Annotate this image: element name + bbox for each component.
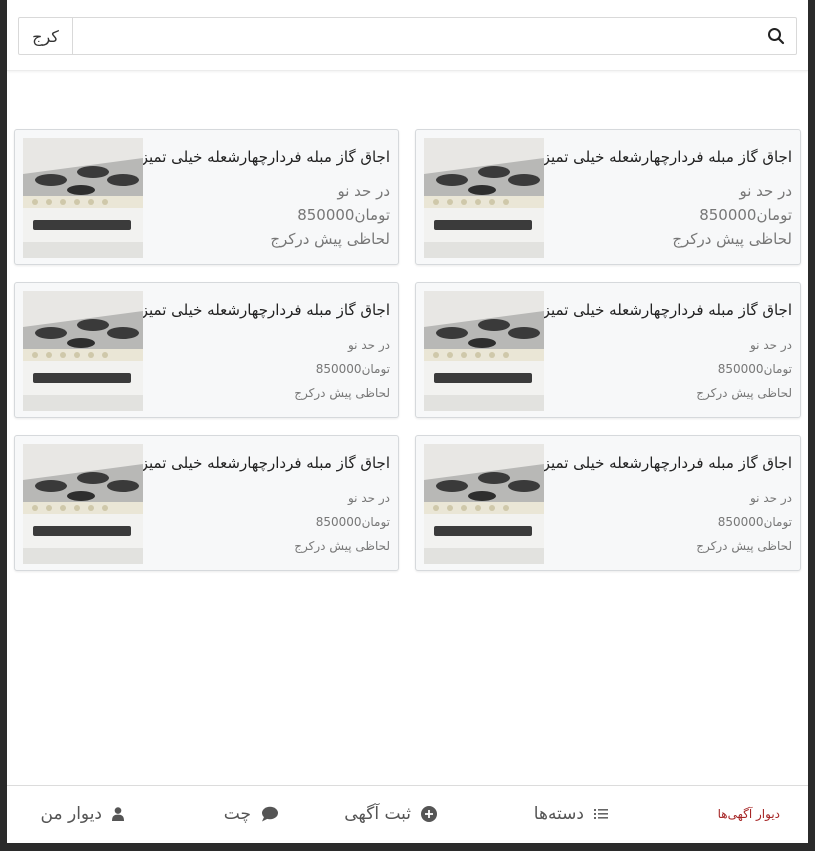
nav-categories[interactable]: دسته‌ها xyxy=(534,786,608,842)
listing-title: اجاق گاز مبله فردارچهارشعله خیلی تمیز xyxy=(544,454,792,472)
nav-my-divar-label: دیوار من xyxy=(40,804,102,824)
listing-time-location: لحاظی پیش درکرج xyxy=(294,386,390,400)
listing-time-location: لحاظی پیش درکرج xyxy=(696,386,792,400)
stove-thumbnail xyxy=(424,138,544,258)
listing-card[interactable]: اجاق گاز مبله فردارچهارشعله خیلی تمیز در… xyxy=(415,129,801,265)
listing-price: تومان850000 xyxy=(699,206,792,224)
listing-card[interactable]: اجاق گاز مبله فردارچهارشعله خیلی تمیز در… xyxy=(14,282,399,418)
search-bar: کرج xyxy=(18,17,797,55)
listing-time-location: لحاظی پیش درکرج xyxy=(696,539,792,553)
nav-my-divar[interactable]: دیوار من xyxy=(41,786,124,842)
listing-grid: اجاق گاز مبله فردارچهارشعله خیلی تمیز در… xyxy=(14,129,801,571)
search-input[interactable] xyxy=(73,18,756,54)
list-icon xyxy=(594,808,608,820)
listing-info: اجاق گاز مبله فردارچهارشعله خیلی تمیز در… xyxy=(544,450,792,558)
listing-title: اجاق گاز مبله فردارچهارشعله خیلی تمیز xyxy=(143,454,390,472)
stove-thumbnail xyxy=(23,138,143,258)
listing-time-location: لحاظی پیش درکرج xyxy=(270,230,390,248)
listing-price: تومان850000 xyxy=(717,362,792,376)
listing-condition: در حد نو xyxy=(749,491,792,505)
nav-wall[interactable]: دیوار آگهی‌ها xyxy=(718,786,780,842)
listing-info: اجاق گاز مبله فردارچهارشعله خیلی تمیز در… xyxy=(544,297,792,405)
stove-thumbnail xyxy=(23,444,143,564)
listing-title: اجاق گاز مبله فردارچهارشعله خیلی تمیز xyxy=(143,148,390,166)
listing-price: تومان850000 xyxy=(717,515,792,529)
listing-time-location: لحاظی پیش درکرج xyxy=(672,230,792,248)
header: کرج xyxy=(7,0,808,71)
listing-title: اجاق گاز مبله فردارچهارشعله خیلی تمیز xyxy=(544,148,792,166)
listing-price: تومان850000 xyxy=(297,206,390,224)
listing-info: اجاق گاز مبله فردارچهارشعله خیلی تمیز در… xyxy=(143,297,390,405)
listing-info: اجاق گاز مبله فردارچهارشعله خیلی تمیز در… xyxy=(143,144,390,251)
nav-wall-label: دیوار آگهی‌ها xyxy=(717,807,780,821)
stove-thumbnail xyxy=(23,291,143,411)
stove-thumbnail xyxy=(424,291,544,411)
nav-chat-label: چت xyxy=(223,804,251,824)
nav-post-ad-label: ثبت آگهی xyxy=(344,804,411,824)
listing-condition: در حد نو xyxy=(347,491,390,505)
stove-thumbnail xyxy=(424,444,544,564)
listing-condition: در حد نو xyxy=(347,338,390,352)
listing-title: اجاق گاز مبله فردارچهارشعله خیلی تمیز xyxy=(544,301,792,319)
listing-card[interactable]: اجاق گاز مبله فردارچهارشعله خیلی تمیز در… xyxy=(14,435,399,571)
listing-card[interactable]: اجاق گاز مبله فردارچهارشعله خیلی تمیز در… xyxy=(14,129,399,265)
listing-time-location: لحاظی پیش درکرج xyxy=(294,539,390,553)
city-selector-button[interactable]: کرج xyxy=(19,18,73,54)
listing-price: تومان850000 xyxy=(315,515,390,529)
nav-categories-label: دسته‌ها xyxy=(533,804,584,824)
listing-condition: در حد نو xyxy=(337,182,390,200)
bottom-nav: دیوار آگهی‌ها دسته‌ها ثبت آگهی xyxy=(7,785,808,843)
listing-condition: در حد نو xyxy=(739,182,792,200)
chat-bubble-icon xyxy=(261,806,279,822)
listing-card[interactable]: اجاق گاز مبله فردارچهارشعله خیلی تمیز در… xyxy=(415,282,801,418)
listing-price: تومان850000 xyxy=(315,362,390,376)
listing-info: اجاق گاز مبله فردارچهارشعله خیلی تمیز در… xyxy=(544,144,792,251)
search-icon[interactable] xyxy=(756,18,796,54)
listing-card[interactable]: اجاق گاز مبله فردارچهارشعله خیلی تمیز در… xyxy=(415,435,801,571)
plus-circle-icon xyxy=(421,806,437,822)
nav-chat[interactable]: چت xyxy=(224,786,279,842)
user-icon xyxy=(112,807,124,821)
listing-info: اجاق گاز مبله فردارچهارشعله خیلی تمیز در… xyxy=(143,450,390,558)
app-window: کرج اجاق گاز مبله فردارچهارشعله خیلی تمی… xyxy=(7,0,808,843)
listing-title: اجاق گاز مبله فردارچهارشعله خیلی تمیز xyxy=(143,301,390,319)
nav-post-ad[interactable]: ثبت آگهی xyxy=(344,786,437,842)
listing-condition: در حد نو xyxy=(749,338,792,352)
